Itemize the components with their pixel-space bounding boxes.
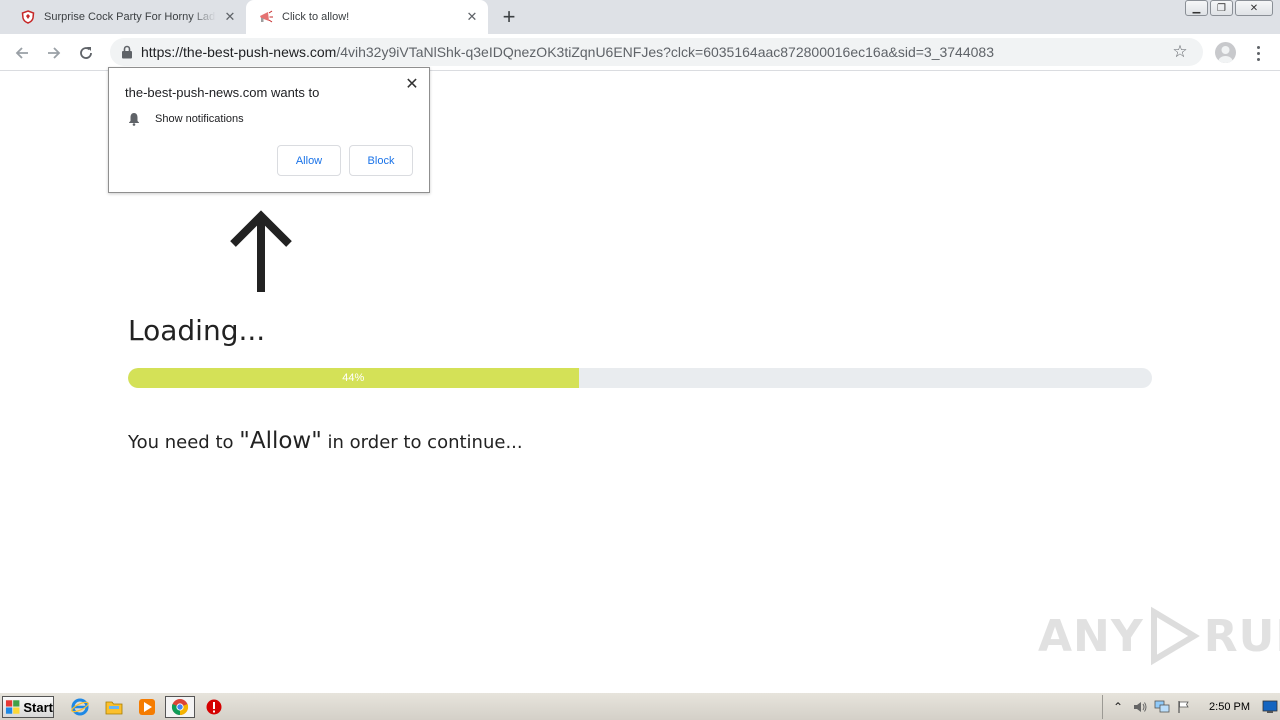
loading-heading: Loading... xyxy=(128,314,266,347)
action-center-flag-icon[interactable] xyxy=(1173,697,1195,717)
permission-label: Show notifications xyxy=(155,113,244,125)
watermark-right: RUN xyxy=(1203,610,1280,662)
stop-sign-icon[interactable] xyxy=(203,697,225,717)
network-icon[interactable] xyxy=(1151,697,1173,717)
tab-close-icon[interactable]: ✕ xyxy=(222,9,238,25)
forward-arrow-icon[interactable] xyxy=(42,41,66,65)
lock-icon[interactable] xyxy=(119,44,135,60)
notice-after: in order to continue... xyxy=(321,432,523,453)
file-explorer-icon[interactable] xyxy=(103,697,125,717)
progress-fill: 44% xyxy=(128,368,579,388)
allow-notice: You need to "Allow" in order to continue… xyxy=(128,428,523,454)
notification-permission-popup: the-best-push-news.com wants to ✕ Show n… xyxy=(108,67,430,193)
watermark-left: ANY xyxy=(1038,610,1144,662)
notice-before: You need to xyxy=(128,432,240,453)
tab-title: Click to allow! xyxy=(282,11,350,23)
tab-click-to-allow[interactable]: Click to allow! ✕ xyxy=(246,0,488,34)
url-text[interactable]: https://the-best-push-news.com/4vih32y9i… xyxy=(141,44,1203,60)
back-arrow-icon[interactable] xyxy=(10,41,34,65)
tab-title: Surprise Cock Party For Horny Ladies xyxy=(44,11,216,23)
tab-surprise-party[interactable]: Surprise Cock Party For Horny Ladies ✕ xyxy=(8,0,246,34)
window-controls: ▁ ❐ ✕ xyxy=(1183,0,1273,18)
speaker-icon[interactable] xyxy=(1129,697,1151,717)
windows-flag-icon xyxy=(5,700,20,714)
start-button[interactable]: Start xyxy=(2,696,54,718)
bookmark-star-icon[interactable]: ☆ xyxy=(1171,42,1189,61)
progress-label: 44% xyxy=(342,372,365,384)
media-player-icon[interactable] xyxy=(136,697,158,717)
url-host: https://the-best-push-news.com xyxy=(141,44,337,60)
block-button[interactable]: Block xyxy=(349,145,413,176)
shield-favicon-icon xyxy=(20,9,36,25)
profile-avatar-icon[interactable] xyxy=(1215,42,1236,63)
allow-button[interactable]: Allow xyxy=(277,145,341,176)
tray-expand-icon[interactable]: ⌃ xyxy=(1107,697,1129,717)
url-path: /4vih32y9iVTaNlShk-q3eIDQnezOK3tiZqnU6EN… xyxy=(336,44,994,60)
windows-taskbar: Start ⌃ 2:50 PM xyxy=(0,692,1280,720)
up-arrow-icon xyxy=(230,210,292,292)
play-logo-icon xyxy=(1150,606,1200,666)
popup-close-icon[interactable]: ✕ xyxy=(404,76,420,93)
bell-icon xyxy=(127,112,141,126)
notice-emphasis: "Allow" xyxy=(239,428,322,454)
kebab-menu-icon[interactable] xyxy=(1250,41,1266,65)
anyrun-watermark: ANY RUN xyxy=(1038,606,1280,666)
tab-strip: Surprise Cock Party For Horny Ladies ✕ C… xyxy=(0,0,1280,34)
show-desktop-icon[interactable] xyxy=(1260,697,1280,717)
address-bar[interactable]: https://the-best-push-news.com/4vih32y9i… xyxy=(110,38,1203,66)
chrome-taskbar-icon[interactable] xyxy=(165,696,195,718)
window-close-icon[interactable]: ✕ xyxy=(1235,0,1273,16)
system-tray: ⌃ 2:50 PM xyxy=(1102,695,1280,719)
restore-icon[interactable]: ❐ xyxy=(1210,0,1233,16)
new-tab-plus-icon[interactable]: + xyxy=(498,6,520,28)
minimize-icon[interactable]: ▁ xyxy=(1185,0,1208,16)
progress-bar: 44% xyxy=(128,368,1152,388)
start-label: Start xyxy=(23,699,53,715)
browser-toolbar: https://the-best-push-news.com/4vih32y9i… xyxy=(0,34,1280,71)
permission-row: Show notifications xyxy=(127,112,244,126)
tab-close-icon[interactable]: ✕ xyxy=(464,9,480,25)
popup-title: the-best-push-news.com wants to xyxy=(125,85,320,100)
internet-explorer-icon[interactable] xyxy=(69,697,91,717)
megaphone-favicon-icon xyxy=(258,9,274,25)
reload-icon[interactable] xyxy=(74,41,98,65)
taskbar-clock[interactable]: 2:50 PM xyxy=(1209,701,1250,713)
